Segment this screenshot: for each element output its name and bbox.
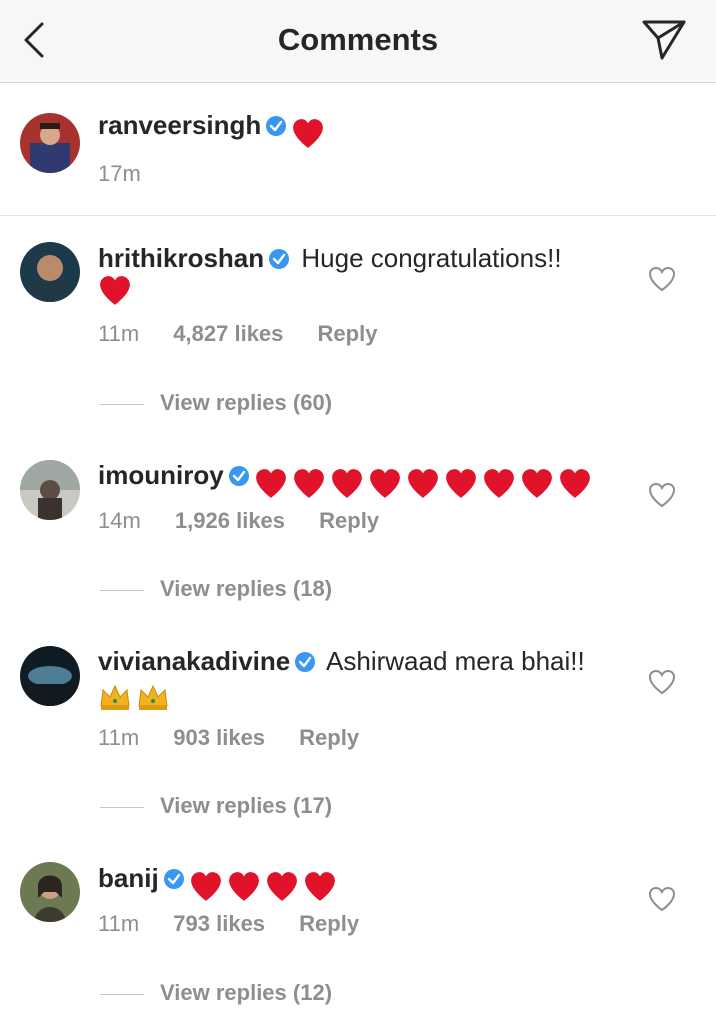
- heart-emoji-row: [254, 467, 596, 501]
- view-replies-button[interactable]: View replies (60): [100, 390, 332, 416]
- comment-line: imouniroy: [98, 460, 596, 501]
- comment-text: Ashirwaad mera bhai!!: [326, 646, 585, 676]
- heart-emoji-icon: [228, 872, 259, 901]
- comment-line: banij: [98, 863, 341, 904]
- timestamp: 14m: [98, 508, 141, 533]
- like-button[interactable]: [648, 482, 676, 508]
- heart-emoji-icon: [483, 469, 514, 498]
- like-count[interactable]: 4,827 likes: [173, 321, 283, 346]
- heart-emoji-icon: [445, 469, 476, 498]
- reply-button[interactable]: Reply: [319, 508, 379, 533]
- comment-emoji-line: [98, 274, 136, 308]
- verified-badge-icon: [228, 463, 250, 493]
- username[interactable]: banij: [98, 863, 159, 893]
- reply-button[interactable]: Reply: [318, 321, 378, 346]
- crown-emoji-icon: [138, 684, 168, 711]
- reply-button[interactable]: Reply: [299, 911, 359, 936]
- heart-emoji-icon: [369, 469, 400, 498]
- heart-emoji-icon: [255, 469, 286, 498]
- comment-meta: 11m 903 likes Reply: [98, 725, 387, 751]
- heart-emoji-row: [189, 870, 341, 904]
- timestamp: 17m: [98, 161, 141, 186]
- heart-emoji-icon: [293, 469, 324, 498]
- view-replies-button[interactable]: View replies (17): [100, 793, 332, 819]
- like-count[interactable]: 903 likes: [173, 725, 265, 750]
- like-count[interactable]: 793 likes: [173, 911, 265, 936]
- comment-line: hrithikroshan Huge congratulations!!: [98, 243, 562, 276]
- verified-badge-icon: [265, 113, 287, 143]
- avatar[interactable]: [20, 242, 80, 302]
- page-title: Comments: [277, 22, 439, 57]
- reply-button[interactable]: Reply: [299, 725, 359, 750]
- verified-badge-icon: [268, 246, 290, 276]
- heart-emoji-icon: [100, 276, 130, 305]
- comment-meta: 14m 1,926 likes Reply: [98, 508, 407, 534]
- comment-meta: 11m 793 likes Reply: [98, 911, 387, 937]
- heart-emoji-icon: [407, 469, 438, 498]
- heart-emoji-icon: [331, 469, 362, 498]
- heart-emoji-icon: [266, 872, 297, 901]
- divider: [100, 403, 144, 405]
- avatar[interactable]: [20, 862, 80, 922]
- heart-outline-icon: [648, 482, 676, 508]
- heart-emoji-icon: [521, 469, 552, 498]
- like-button[interactable]: [648, 266, 676, 292]
- username[interactable]: ranveersingh: [98, 110, 261, 140]
- username[interactable]: hrithikroshan: [98, 243, 264, 273]
- divider: [100, 589, 144, 591]
- heart-outline-icon: [648, 669, 676, 695]
- view-replies-button[interactable]: View replies (12): [100, 980, 332, 1006]
- view-replies-label: View replies (12): [160, 980, 333, 1005]
- like-button[interactable]: [648, 669, 676, 695]
- heart-outline-icon: [648, 886, 676, 912]
- verified-badge-icon: [294, 649, 316, 679]
- heart-emoji-icon: [293, 119, 324, 148]
- avatar[interactable]: [20, 646, 80, 706]
- comment-line: vivianakadivine Ashirwaad mera bhai!!: [98, 646, 585, 679]
- comment-text: Huge congratulations!!: [301, 243, 562, 273]
- caption-meta: 17m: [98, 161, 169, 187]
- heart-emoji-icon: [190, 872, 221, 901]
- comment-meta: 11m 4,827 likes Reply: [98, 321, 405, 347]
- username[interactable]: imouniroy: [98, 460, 224, 490]
- like-count[interactable]: 1,926 likes: [175, 508, 285, 533]
- view-replies-button[interactable]: View replies (18): [100, 576, 332, 602]
- divider: [100, 993, 144, 995]
- post-caption: ranveersingh 17m: [0, 83, 716, 216]
- header-bar: Comments: [0, 0, 716, 83]
- verified-badge-icon: [163, 866, 185, 896]
- avatar[interactable]: [20, 113, 80, 173]
- timestamp: 11m: [98, 911, 140, 936]
- caption-line: ranveersingh: [98, 110, 329, 151]
- view-replies-label: View replies (17): [160, 793, 333, 818]
- heart-emoji-icon: [559, 469, 590, 498]
- paper-plane-icon: [642, 20, 686, 60]
- divider: [100, 806, 144, 808]
- avatar[interactable]: [20, 460, 80, 520]
- timestamp: 11m: [98, 725, 140, 750]
- share-button[interactable]: [640, 18, 688, 62]
- heart-outline-icon: [648, 266, 676, 292]
- timestamp: 11m: [98, 321, 140, 346]
- crown-emoji-icon: [100, 684, 130, 711]
- username[interactable]: vivianakadivine: [98, 646, 290, 676]
- heart-emoji-icon: [304, 872, 335, 901]
- view-replies-label: View replies (18): [160, 576, 333, 601]
- view-replies-label: View replies (60): [160, 390, 333, 415]
- comment-emoji-line: [98, 680, 174, 714]
- like-button[interactable]: [648, 886, 676, 912]
